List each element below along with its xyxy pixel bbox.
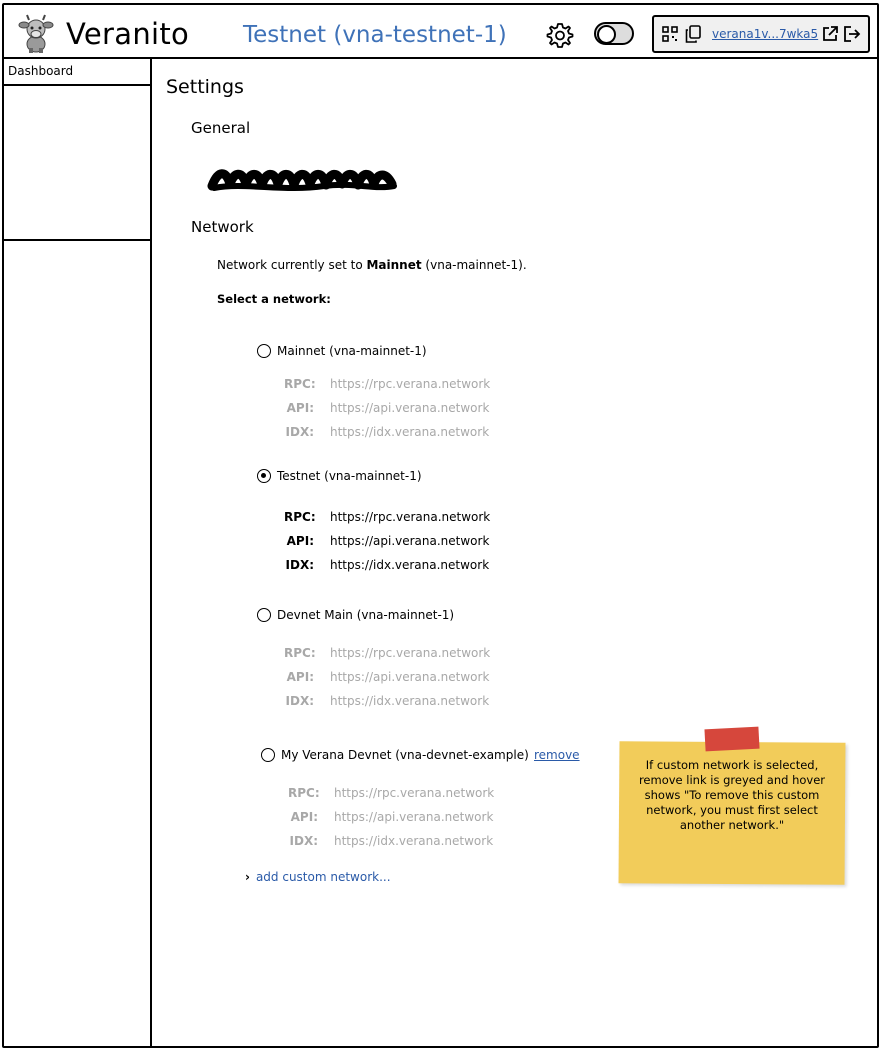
add-custom-network-link[interactable]: › add custom network...: [245, 870, 391, 884]
chevron-right-icon: ›: [245, 870, 250, 884]
page-title: Settings: [166, 76, 244, 98]
qr-code-icon[interactable]: [662, 26, 678, 42]
redacted-scribble: [207, 169, 397, 191]
theme-toggle[interactable]: [594, 22, 634, 45]
network-option-label[interactable]: Testnet (vna-mainnet-1): [277, 469, 422, 483]
app-name: Veranito: [66, 17, 190, 51]
current-network-text: Network currently set to Mainnet (vna-ma…: [217, 258, 527, 272]
remove-network-link[interactable]: remove: [534, 748, 580, 762]
general-heading: General: [191, 119, 251, 137]
radio-testnet[interactable]: [257, 469, 271, 483]
network-option-label[interactable]: Mainnet (vna-mainnet-1): [277, 344, 427, 358]
current-network-name: Mainnet: [366, 258, 422, 272]
wallet-box: verana1v...7wka5: [652, 15, 870, 53]
network-heading: Network: [191, 218, 254, 236]
copy-icon[interactable]: [685, 25, 701, 43]
external-link-icon[interactable]: [821, 25, 839, 43]
radio-custom[interactable]: [261, 748, 275, 762]
logout-icon[interactable]: [843, 25, 861, 43]
gear-icon[interactable]: [546, 21, 574, 49]
app-header: Veranito Testnet (vna-testnet-1) verana1…: [2, 3, 879, 59]
network-title: Testnet (vna-testnet-1): [243, 22, 507, 48]
network-option-label[interactable]: My Verana Devnet (vna-devnet-example): [281, 748, 529, 762]
radio-mainnet[interactable]: [257, 344, 271, 358]
main-content: Settings General Network Network current…: [166, 76, 580, 884]
sticky-note: If custom network is selected, remove li…: [618, 726, 846, 885]
sticky-note-text: If custom network is selected, remove li…: [638, 758, 826, 832]
select-network-label: Select a network:: [217, 292, 331, 306]
cow-logo-icon: [18, 14, 54, 53]
network-option-label[interactable]: Devnet Main (vna-mainnet-1): [277, 608, 454, 622]
radio-devnet-main[interactable]: [257, 608, 271, 622]
wallet-address-link[interactable]: verana1v...7wka5: [712, 27, 818, 41]
sticky-tape: [704, 726, 760, 752]
sidebar-item-dashboard[interactable]: Dashboard: [2, 59, 152, 86]
sidebar-menu: Dashboard: [2, 59, 152, 241]
sun-icon: [597, 25, 616, 44]
sidebar: Dashboard: [2, 59, 152, 1048]
